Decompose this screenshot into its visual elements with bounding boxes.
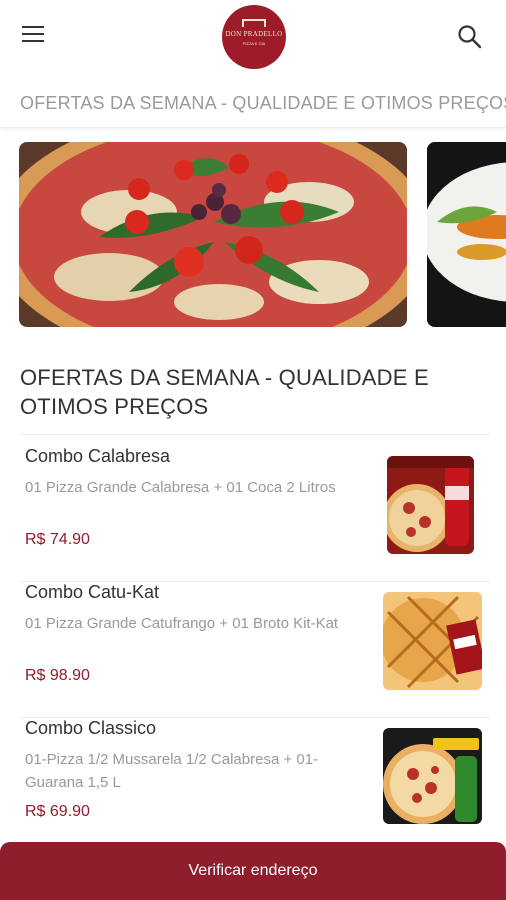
product-item-combo-calabresa[interactable]: Combo Calabresa 01 Pizza Grande Calabres… <box>20 446 490 582</box>
product-item-combo-catu-kat[interactable]: Combo Catu-Kat 01 Pizza Grande Catufrang… <box>20 582 490 718</box>
product-price: R$ 74.90 <box>25 531 90 548</box>
announcement-marquee: OFERTAS DA SEMANA - QUALIDADE E OTIMOS P… <box>0 78 506 128</box>
section-title: OFERTAS DA SEMANA - QUALIDADE E OTIMOS P… <box>20 365 429 419</box>
product-description: 01 Pizza Grande Calabresa + 01 Coca 2 Li… <box>25 479 336 496</box>
section-divider <box>20 434 490 435</box>
top-app-bar: DON PRADELLO PIZZA E CIA <box>0 0 506 78</box>
logo-brand-text: DON PRADELLO <box>225 30 283 38</box>
marquee-text: OFERTAS DA SEMANA - QUALIDADE E OTIMOS P… <box>20 93 506 113</box>
product-description: 01-Pizza 1/2 Mussarela 1/2 Calabresa + 0… <box>25 751 319 791</box>
banner-carousel[interactable] <box>0 142 506 328</box>
banner-image-pizza[interactable] <box>19 142 407 327</box>
logo-roof-mark <box>242 19 266 27</box>
product-name: Combo Calabresa <box>25 446 171 466</box>
search-icon[interactable] <box>457 24 483 50</box>
product-description: 01 Pizza Grande Catufrango + 01 Broto Ki… <box>25 615 339 632</box>
banner-image-dish[interactable] <box>427 142 506 327</box>
product-image[interactable] <box>387 456 474 554</box>
hamburger-menu-icon[interactable] <box>22 26 48 46</box>
verify-address-button[interactable]: Verificar endereço <box>0 842 506 900</box>
product-name: Combo Classico <box>25 718 157 738</box>
product-item-combo-classico[interactable]: Combo Classico 01-Pizza 1/2 Mussarela 1/… <box>20 718 490 854</box>
logo-tag-text: PIZZA E CIA <box>242 41 266 46</box>
product-price: R$ 69.90 <box>25 803 90 820</box>
product-image[interactable] <box>383 728 482 824</box>
product-image[interactable] <box>383 592 482 690</box>
product-price: R$ 98.90 <box>25 667 90 684</box>
restaurant-logo[interactable]: DON PRADELLO PIZZA E CIA <box>222 5 286 69</box>
product-name: Combo Catu-Kat <box>25 582 160 602</box>
